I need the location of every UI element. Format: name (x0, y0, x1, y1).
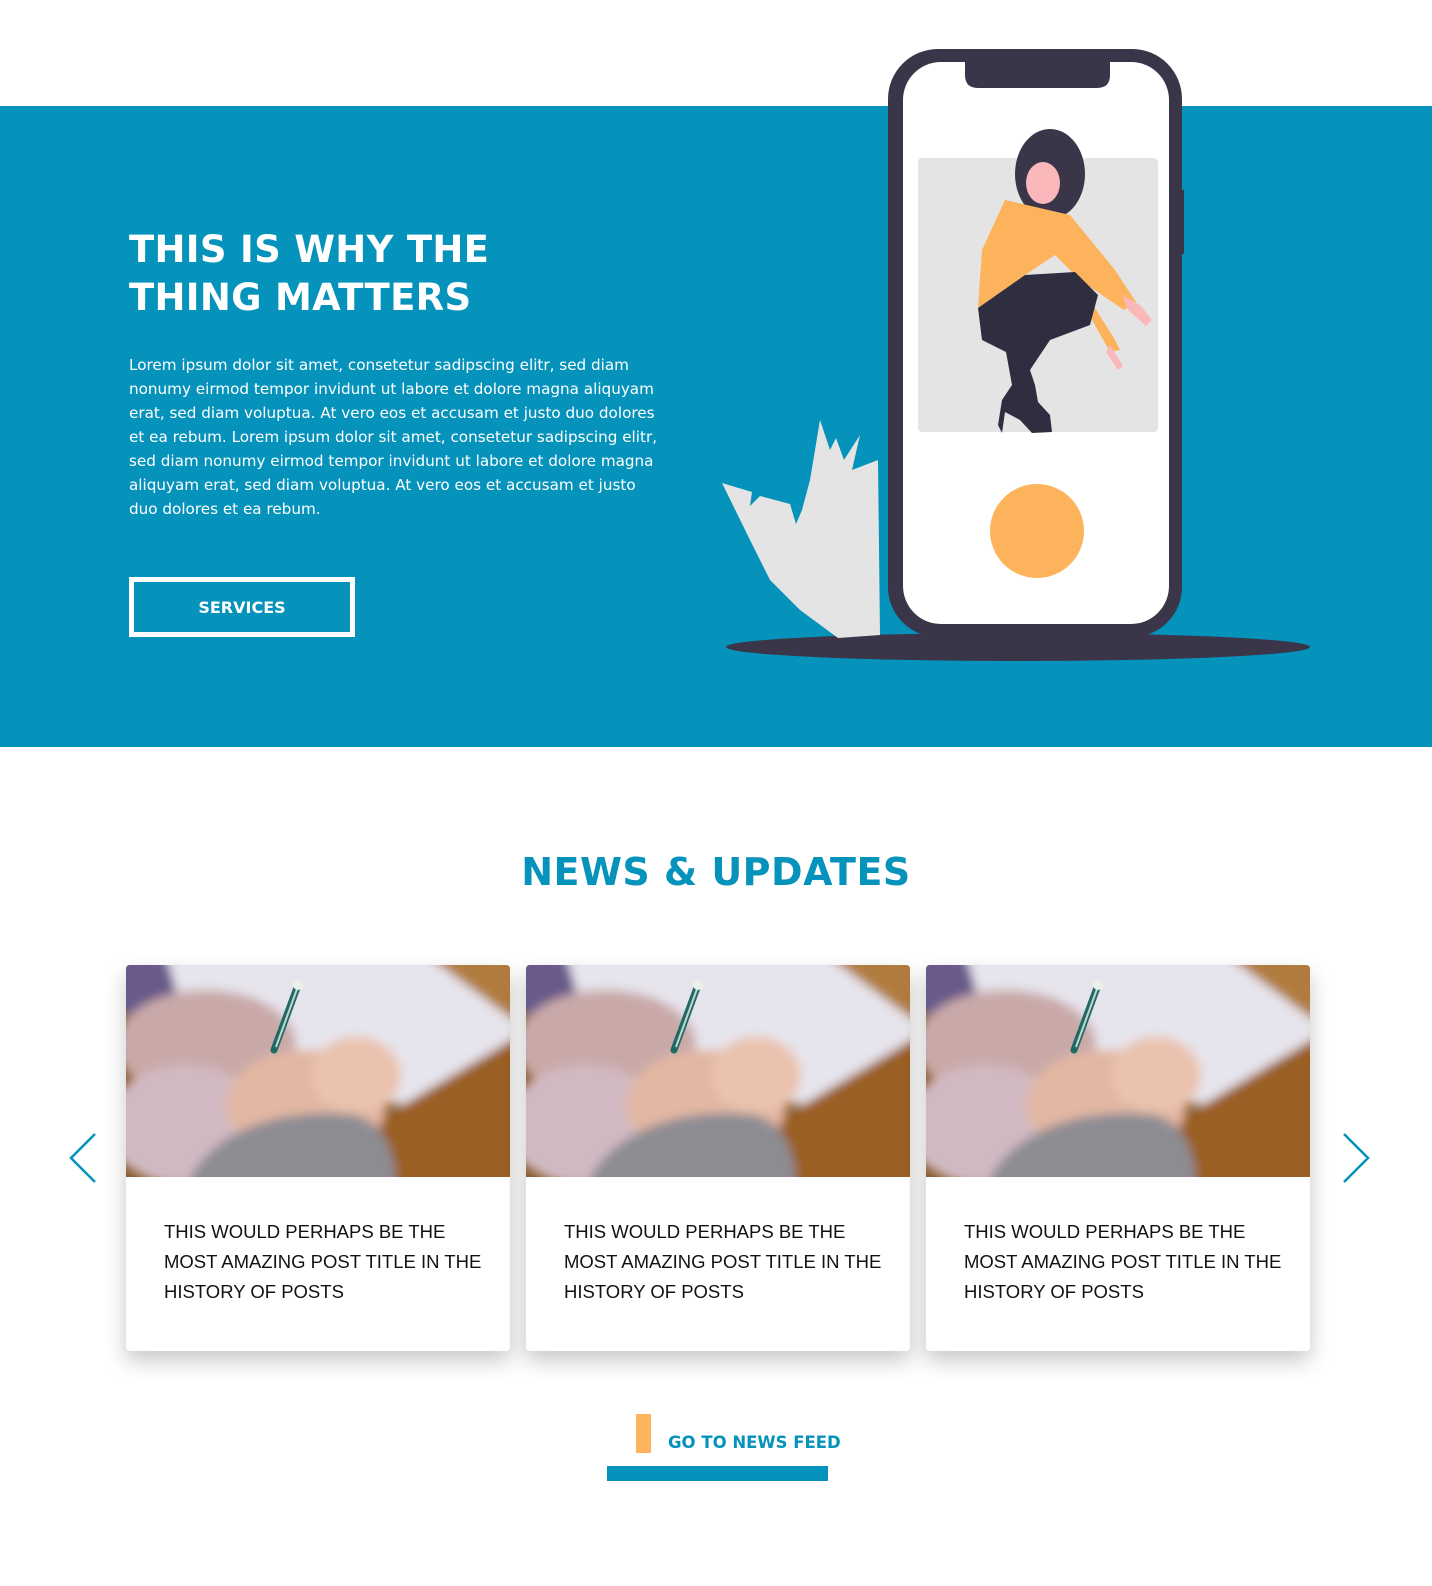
news-feed-link[interactable]: GO TO NEWS FEED (607, 1414, 841, 1482)
news-card[interactable]: THIS WOULD PERHAPS BE THE MOST AMAZING P… (126, 965, 510, 1351)
card-title[interactable]: THIS WOULD PERHAPS BE THE MOST AMAZING P… (964, 1217, 1284, 1307)
chevron-left-icon[interactable] (67, 1130, 101, 1186)
news-card[interactable]: THIS WOULD PERHAPS BE THE MOST AMAZING P… (526, 965, 910, 1351)
card-title[interactable]: THIS WOULD PERHAPS BE THE MOST AMAZING P… (164, 1217, 484, 1307)
hero-title: THIS IS WHY THE THING MATTERS (129, 226, 649, 322)
news-feed-label[interactable]: GO TO NEWS FEED (668, 1433, 841, 1452)
card-image (126, 965, 510, 1177)
services-button-label: SERVICES (198, 597, 286, 617)
card-image (526, 965, 910, 1177)
hero-description: Lorem ipsum dolor sit amet, consetetur s… (129, 356, 658, 518)
chevron-right-icon[interactable] (1338, 1130, 1372, 1186)
services-button[interactable]: SERVICES (129, 577, 355, 637)
hero-title-line-2: THING MATTERS (129, 276, 472, 319)
section-title: NEWS & UPDATES (521, 850, 911, 894)
phone-illustration (722, 49, 1310, 661)
hero-title-line-1: THIS IS WHY THE (129, 228, 490, 271)
card-image (926, 965, 1310, 1177)
card-title[interactable]: THIS WOULD PERHAPS BE THE MOST AMAZING P… (564, 1217, 884, 1307)
feed-underline (607, 1466, 828, 1481)
news-card[interactable]: THIS WOULD PERHAPS BE THE MOST AMAZING P… (926, 965, 1310, 1351)
feed-accent-bar (636, 1414, 651, 1453)
